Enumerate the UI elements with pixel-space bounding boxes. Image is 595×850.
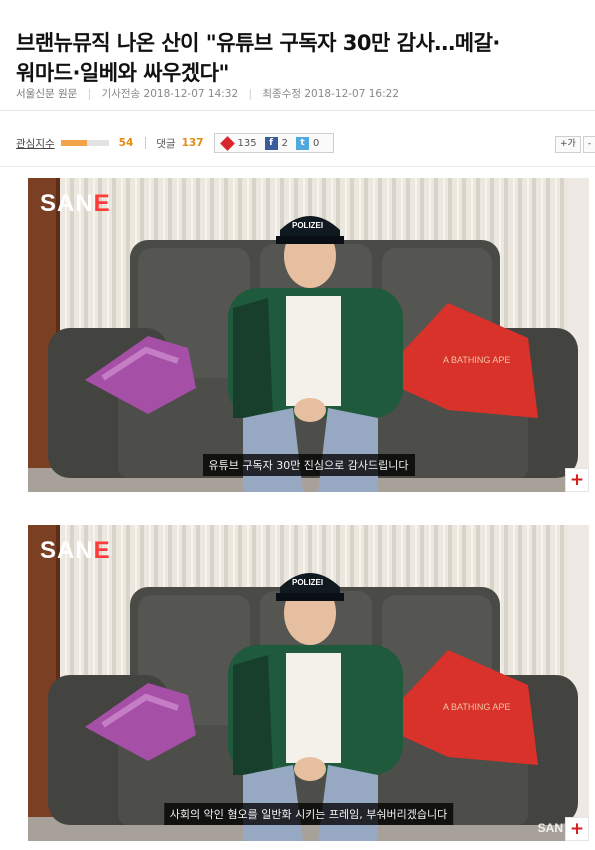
hat-text: POLIZEI (292, 578, 323, 587)
font-decrease-button[interactable]: - (582, 136, 595, 153)
article-meta: 서울신문 원문 | 기사전송 2018-12-07 14:32 | 최종수정 2… (16, 86, 399, 101)
interest-index-bar (60, 140, 109, 146)
sent-time: 2018-12-07 14:32 (143, 88, 239, 100)
article-stats-bar: 관심지수 54 댓글 137 135 f 2 t 0 (16, 133, 335, 153)
facebook-count: 2 (281, 137, 288, 149)
logo-accent: E (93, 190, 111, 217)
zoom-button[interactable]: + (565, 817, 589, 841)
modified-time: 2018-12-07 16:22 (304, 88, 399, 100)
video-caption: 사회의 악인 혐오를 일반화 시키는 프레임, 부숴버리겠습니다 (163, 803, 454, 825)
divider: | (248, 88, 253, 100)
original-source-link[interactable]: 서울신문 원문 (16, 88, 77, 100)
share-box: 135 f 2 t 0 (213, 133, 335, 153)
logo-text: SAN (40, 190, 94, 217)
divider: | (87, 88, 92, 100)
stats-divider (0, 166, 595, 167)
twitter-count: 0 (312, 137, 320, 149)
pillow-text: A BATHING APE (443, 355, 510, 365)
article-title-line2: 워마드·일베와 싸우겠다" (16, 61, 229, 86)
font-size-controls: +가 - (555, 136, 595, 153)
logo-text: SAN (40, 537, 94, 564)
comment-link[interactable]: 댓글 (156, 136, 175, 151)
hat-text: POLIZEI (292, 221, 323, 230)
divider (145, 137, 147, 149)
facebook-icon[interactable]: f (264, 136, 278, 150)
twitter-icon[interactable]: t (295, 136, 309, 150)
interest-index-value: 54 (118, 137, 134, 149)
channel-logo: SANE (40, 537, 111, 565)
interest-index-fill (60, 140, 87, 146)
font-increase-button[interactable]: +가 (555, 136, 581, 153)
article-title-line1: 브랜뉴뮤직 나온 산이 "유튜브 구독자 30만 감사…메갈· (16, 31, 500, 56)
zoom-button[interactable]: + (565, 468, 589, 492)
share-count: 135 (237, 137, 257, 149)
logo-accent: E (93, 537, 111, 564)
photo-scene: A BATHING APE POLIZEI (28, 525, 589, 841)
photo-scene: A BATHING APE POLIZEI (28, 178, 589, 492)
interest-index-link[interactable]: 관심지수 (16, 136, 55, 151)
comment-count[interactable]: 137 (182, 137, 204, 149)
sent-label: 기사전송 (101, 88, 141, 100)
article-title: 브랜뉴뮤직 나온 산이 "유튜브 구독자 30만 감사…메갈· 워마드·일베와 … (16, 28, 595, 88)
article-photo-2[interactable]: A BATHING APE POLIZEI SANE 사회의 악인 혐오를 일반… (28, 525, 589, 841)
video-caption: 유튜브 구독자 30만 진심으로 감사드립니다 (202, 454, 415, 476)
channel-logo: SANE (40, 190, 111, 218)
share-icon[interactable] (219, 135, 235, 151)
modified-label: 최종수정 (262, 88, 302, 100)
watermark: SAN (537, 821, 563, 835)
article-photo-1[interactable]: A BATHING APE POLIZEI SANE 유튜브 구독자 30만 진… (28, 178, 589, 492)
pillow-text: A BATHING APE (443, 702, 510, 712)
header-divider (0, 110, 595, 111)
